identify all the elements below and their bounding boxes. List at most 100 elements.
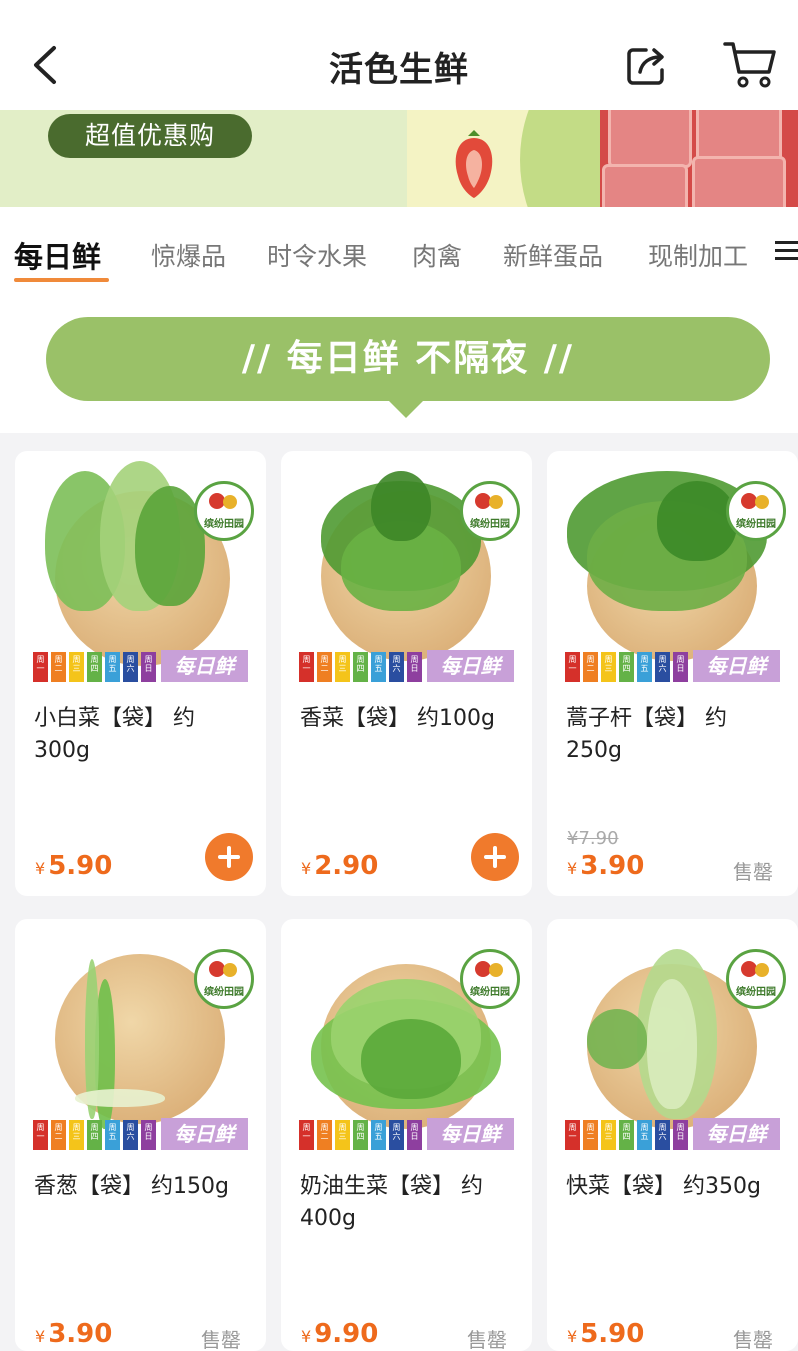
brand-badge-text: 缤纷田园 [470, 987, 510, 998]
product-name: 奶油生菜【袋】 约400g [300, 1174, 483, 1231]
weekday-tag: 周五 [371, 652, 386, 682]
weekday-tag: 周日 [141, 1120, 156, 1150]
vegetable [75, 1089, 165, 1107]
brand-logo-icon: 缤纷田园 [726, 481, 786, 541]
product-price: ¥2.90 [301, 851, 379, 881]
week-strip: 周一周二周三周四周五周六周日每日鲜 [33, 650, 248, 682]
weekday-tag: 周六 [389, 652, 404, 682]
brand-badge-text: 缤纷田园 [736, 519, 776, 530]
vegetable [587, 1009, 647, 1069]
weekday-tag: 周二 [317, 652, 332, 682]
tab-seasonal-fruit[interactable]: 时令水果 [267, 237, 367, 273]
product-card[interactable]: 缤纷田园周一周二周三周四周五周六周日每日鲜 香葱【袋】 约150g ¥3.90 售罄 [15, 919, 266, 1351]
tab-fresh-eggs[interactable]: 新鲜蛋品 [503, 237, 603, 273]
product-image: 缤纷田园周一周二周三周四周五周六周日每日鲜 [15, 919, 266, 1159]
weekday-tag: 周一 [33, 1120, 48, 1150]
week-strip: 周一周二周三周四周五周六周日每日鲜 [299, 650, 514, 682]
tab-meat-poultry[interactable]: 肉禽 [412, 237, 462, 273]
brand-logo-icon: 缤纷田园 [460, 949, 520, 1009]
weekday-tag: 周日 [141, 652, 156, 682]
weekday-tag: 周四 [87, 1120, 102, 1150]
sold-out-label: 售罄 [733, 1328, 773, 1351]
product-name: 香菜【袋】 约100g [300, 706, 495, 731]
weekday-tag: 周五 [105, 1120, 120, 1150]
brand-badge-text: 缤纷田园 [736, 987, 776, 998]
add-to-cart-button[interactable] [205, 833, 253, 881]
weekday-tag: 周一 [565, 1120, 580, 1150]
active-tab-indicator [14, 278, 109, 282]
product-price: ¥5.90 [567, 1319, 645, 1349]
weekday-tag: 周五 [105, 652, 120, 682]
section-title: // 每日鲜 不隔夜 // [46, 317, 770, 401]
strawberry-image [455, 130, 493, 198]
category-tabs: 每日鲜 惊爆品 时令水果 肉禽 新鲜蛋品 现制加工 [0, 207, 798, 297]
weekday-tag: 周四 [87, 652, 102, 682]
section-header: // 每日鲜 不隔夜 // [0, 297, 798, 433]
promo-label[interactable]: 超值优惠购 [48, 114, 252, 158]
weekday-tag: 周四 [619, 1120, 634, 1150]
weekday-tag: 周六 [123, 1120, 138, 1150]
weekday-tag: 周日 [673, 652, 688, 682]
brand-badge-text: 缤纷田园 [470, 519, 510, 530]
product-name: 蒿子杆【袋】 约250g [566, 706, 727, 763]
weekday-tag: 周五 [637, 652, 652, 682]
weekday-tag: 周一 [299, 652, 314, 682]
cart-icon[interactable] [722, 38, 778, 92]
weekday-tag: 周一 [299, 1120, 314, 1150]
brand-badge-text: 缤纷田园 [204, 519, 244, 530]
brand-logo-icon: 缤纷田园 [726, 949, 786, 1009]
weekday-tag: 周三 [335, 652, 350, 682]
product-card[interactable]: 缤纷田园周一周二周三周四周五周六周日每日鲜快菜【袋】 约350g ¥5.90 售罄 [547, 919, 798, 1351]
weekday-tag: 周日 [407, 652, 422, 682]
promo-banner[interactable]: 超值优惠购 [0, 110, 798, 207]
add-to-cart-button[interactable] [471, 833, 519, 881]
brand-logo-icon: 缤纷田园 [194, 949, 254, 1009]
weekday-tag: 周五 [637, 1120, 652, 1150]
sold-out-label: 售罄 [733, 860, 773, 884]
weekday-tag: 周六 [655, 1120, 670, 1150]
weekday-tag: 周四 [353, 1120, 368, 1150]
tab-hot-deals[interactable]: 惊爆品 [151, 237, 226, 273]
weekday-tag: 周二 [51, 1120, 66, 1150]
product-image: 缤纷田园周一周二周三周四周五周六周日每日鲜 [281, 919, 532, 1159]
tab-daily-fresh[interactable]: 每日鲜 [14, 234, 101, 276]
weekday-tag: 周三 [601, 652, 616, 682]
brand-logo-icon: 缤纷田园 [194, 481, 254, 541]
weekday-tag: 周日 [407, 1120, 422, 1150]
weekday-tag: 周二 [317, 1120, 332, 1150]
tab-prepared-food[interactable]: 现制加工 [648, 237, 748, 273]
brand-badge-text: 缤纷田园 [204, 987, 244, 998]
sold-out-label: 售罄 [201, 1328, 241, 1351]
weekday-tag: 周二 [51, 652, 66, 682]
weekday-tag: 周日 [673, 1120, 688, 1150]
product-name: 小白菜【袋】 约300g [34, 706, 195, 763]
product-card[interactable]: 缤纷田园周一周二周三周四周五周六周日每日鲜 小白菜【袋】 约300g ¥5.90 [15, 451, 266, 896]
product-price: ¥3.90 [35, 1319, 113, 1349]
product-card[interactable]: 缤纷田园周一周二周三周四周五周六周日每日鲜香菜【袋】 约100g ¥2.90 [281, 451, 532, 896]
vegetable [647, 979, 697, 1109]
weekday-tag: 周三 [335, 1120, 350, 1150]
product-name: 快菜【袋】 约350g [566, 1174, 761, 1199]
product-price: ¥3.90 [567, 851, 645, 881]
weekday-tag: 周三 [69, 652, 84, 682]
vegetable [657, 481, 737, 561]
sold-out-label: 售罄 [467, 1328, 507, 1351]
menu-icon[interactable] [775, 241, 798, 263]
product-image: 缤纷田园周一周二周三周四周五周六周日每日鲜 [547, 919, 798, 1159]
page-title: 活色生鲜 [329, 50, 469, 90]
week-strip: 周一周二周三周四周五周六周日每日鲜 [565, 1118, 780, 1150]
weekday-tag: 周四 [353, 652, 368, 682]
vegetable [361, 1019, 461, 1099]
weekday-tag: 周四 [619, 652, 634, 682]
weekday-tag: 周六 [655, 652, 670, 682]
weekday-tag: 周六 [123, 652, 138, 682]
original-price: ¥7.90 [567, 828, 619, 849]
share-icon[interactable] [624, 42, 670, 88]
daily-fresh-label: 每日鲜 [427, 650, 514, 682]
daily-fresh-label: 每日鲜 [693, 1118, 780, 1150]
product-card[interactable]: 缤纷田园周一周二周三周四周五周六周日每日鲜 奶油生菜【袋】 约400g ¥9.90 售… [281, 919, 532, 1351]
product-name: 香葱【袋】 约150g [34, 1174, 229, 1199]
weekday-tag: 周二 [583, 1120, 598, 1150]
product-card[interactable]: 缤纷田园周一周二周三周四周五周六周日每日鲜 蒿子杆【袋】 约250g ¥7.90 ¥3… [547, 451, 798, 896]
weekday-tag: 周三 [69, 1120, 84, 1150]
